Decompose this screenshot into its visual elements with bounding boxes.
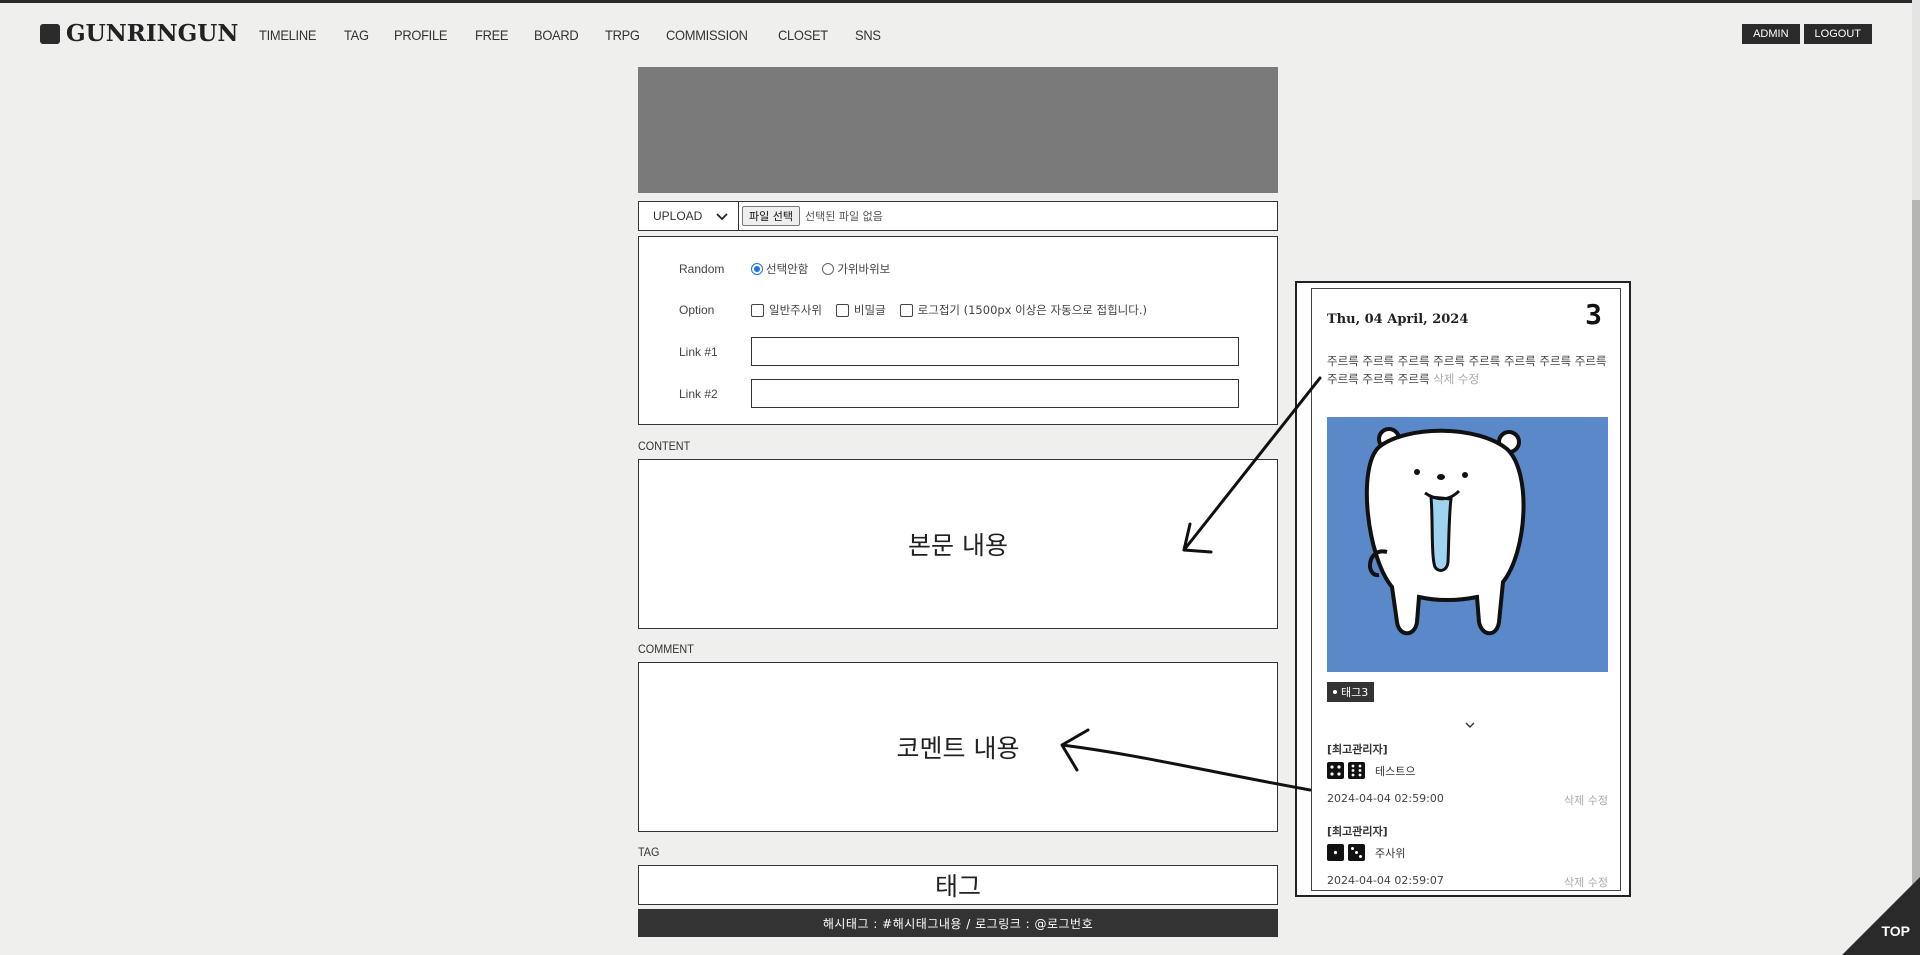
hint-bar: 해시태그 : #해시태그내용 / 로그링크 : @로그번호 <box>638 909 1278 937</box>
random-option-rps-label: 가위바위보 <box>837 262 891 276</box>
top-border <box>0 0 1920 3</box>
option-normal-dice-label: 일반주사위 <box>769 303 822 317</box>
post-preview-card: Thu, 04 April, 2024 3 주르륵 주르륵 주르륵 주르륵 주르… <box>1295 281 1631 897</box>
radio-selected-icon[interactable] <box>751 263 763 275</box>
random-label: Random <box>679 262 725 276</box>
comment-text: 테스트으 <box>1375 764 1416 778</box>
post-card-inner: Thu, 04 April, 2024 3 주르륵 주르륵 주르륵 주르륵 주르… <box>1311 288 1621 891</box>
site-logo[interactable]: GUNRINGUN <box>40 20 238 47</box>
comment-time: 2024-04-04 02:59:00 <box>1327 792 1444 805</box>
option-fold-log-label: 로그접기 (1500px 이상은 자동으로 접힙니다.) <box>917 303 1147 317</box>
upload-select-value: UPLOAD <box>653 209 703 223</box>
comment-item: [최고관리자] 주사위 2024-04-04 02:59:07 삭제 수정 <box>1327 823 1608 890</box>
top-button-triangle <box>1842 877 1920 955</box>
nav-sns[interactable]: SNS <box>855 27 881 43</box>
checkbox-icon[interactable] <box>835 303 849 317</box>
dice-three-icon <box>1348 844 1365 861</box>
comment-line: 테스트으 <box>1327 762 1608 779</box>
option-normal-dice[interactable]: 일반주사위 <box>751 302 822 318</box>
tag-placeholder: 태그 <box>934 872 981 901</box>
bear-illustration-icon <box>1327 417 1608 672</box>
link1-label: Link #1 <box>679 344 718 359</box>
comment-text: 주사위 <box>1375 846 1406 860</box>
option-fold-log[interactable]: 로그접기 (1500px 이상은 자동으로 접힙니다.) <box>899 302 1147 318</box>
nav-timeline[interactable]: TIMELINE <box>259 27 316 43</box>
nav-free[interactable]: FREE <box>475 27 509 43</box>
nav-trpg[interactable]: TRPG <box>605 27 640 43</box>
admin-button[interactable]: ADMIN <box>1742 24 1800 44</box>
nav-tag[interactable]: TAG <box>344 27 369 43</box>
post-number: 3 <box>1585 298 1602 331</box>
comment-placeholder: 코멘트 내용 <box>896 734 1020 763</box>
post-image <box>1327 417 1608 672</box>
dice-six-icon <box>1348 762 1365 779</box>
nav-board[interactable]: BOARD <box>534 27 579 43</box>
tag-dot-icon <box>1333 690 1337 694</box>
option-secret-label: 비밀글 <box>853 303 886 317</box>
upload-type-select[interactable]: UPLOAD <box>639 202 739 230</box>
scrollbar-thumb[interactable] <box>1912 200 1920 940</box>
file-select-button[interactable]: 파일 선택 <box>742 206 800 226</box>
main-nav: TIMELINE TAG PROFILE FREE BOARD TRPG COM… <box>259 27 906 43</box>
post-date: Thu, 04 April, 2024 <box>1327 312 1469 327</box>
link2-input[interactable] <box>751 379 1239 408</box>
logout-button[interactable]: LOGOUT <box>1803 24 1872 44</box>
comment-author: [최고관리자] <box>1327 743 1388 756</box>
scrollbar-track[interactable] <box>1912 0 1920 955</box>
random-row: Random 선택안함 가위바위보 <box>679 261 904 277</box>
scroll-top-button[interactable]: TOP <box>1842 877 1920 955</box>
nav-closet[interactable]: CLOSET <box>778 27 828 43</box>
option-secret[interactable]: 비밀글 <box>835 302 886 318</box>
comment-actions[interactable]: 삭제 수정 <box>1564 792 1608 808</box>
comment-meta: 2024-04-04 02:59:00 삭제 수정 <box>1327 792 1608 808</box>
random-option-none[interactable]: 선택안함 <box>751 261 808 277</box>
link1-input[interactable] <box>751 337 1239 366</box>
image-preview-area <box>638 67 1278 193</box>
admin-buttons: ADMIN LOGOUT <box>1742 24 1872 44</box>
comment-meta: 2024-04-04 02:59:07 삭제 수정 <box>1327 874 1608 890</box>
options-panel: Random 선택안함 가위바위보 Option 일반주사위 비밀글 로그접기 … <box>638 236 1278 425</box>
expand-chevron-icon[interactable] <box>1465 719 1475 732</box>
logo-square-icon <box>40 23 60 44</box>
post-actions[interactable]: 삭제 수정 <box>1433 372 1479 386</box>
comment-line: 주사위 <box>1327 844 1608 861</box>
dice-four-icon <box>1327 762 1344 779</box>
comment-author: [최고관리자] <box>1327 825 1388 838</box>
checkbox-icon[interactable] <box>751 303 764 317</box>
tag-label: TAG <box>638 845 660 859</box>
top-button-label: TOP <box>1881 923 1910 939</box>
link1-row: Link #1 <box>679 337 1239 366</box>
link2-row: Link #2 <box>679 379 1239 408</box>
radio-icon[interactable] <box>822 263 835 275</box>
site-name: GUNRINGUN <box>66 20 239 47</box>
dice-one-icon <box>1327 844 1344 861</box>
nav-profile[interactable]: PROFILE <box>394 27 447 43</box>
post-tag-chip[interactable]: 태그3 <box>1327 682 1375 702</box>
content-placeholder: 본문 내용 <box>908 531 1008 560</box>
option-label: Option <box>679 303 715 317</box>
nav-commission[interactable]: COMMISSION <box>666 27 748 43</box>
link2-label: Link #2 <box>679 386 718 401</box>
random-option-none-label: 선택안함 <box>766 262 809 276</box>
comment-label: COMMENT <box>638 642 694 656</box>
post-body: 주르륵 주르륵 주르륵 주르륵 주르륵 주르륵 주르륵 주르륵 주르륵 주르륵 … <box>1327 352 1611 388</box>
comment-actions[interactable]: 삭제 수정 <box>1564 874 1608 890</box>
post-tag-label: 태그3 <box>1341 686 1369 699</box>
option-row: Option 일반주사위 비밀글 로그접기 (1500px 이상은 자동으로 접… <box>679 302 1161 318</box>
file-status: 선택된 파일 없음 <box>804 210 883 223</box>
file-input[interactable]: 파일 선택 선택된 파일 없음 <box>739 202 1277 230</box>
random-option-rps[interactable]: 가위바위보 <box>822 261 890 277</box>
checkbox-icon[interactable] <box>899 303 913 317</box>
comment-time: 2024-04-04 02:59:07 <box>1327 874 1444 887</box>
tag-input[interactable]: 태그 <box>638 865 1278 905</box>
comment-item: [최고관리자] 테스트으 2024-04-04 02:59:00 삭제 수정 <box>1327 741 1608 808</box>
comment-textarea[interactable]: 코멘트 내용 <box>638 662 1278 832</box>
chevron-down-icon <box>716 209 728 224</box>
content-textarea[interactable]: 본문 내용 <box>638 459 1278 629</box>
upload-row: UPLOAD 파일 선택 선택된 파일 없음 <box>638 201 1278 231</box>
content-label: CONTENT <box>638 439 691 453</box>
